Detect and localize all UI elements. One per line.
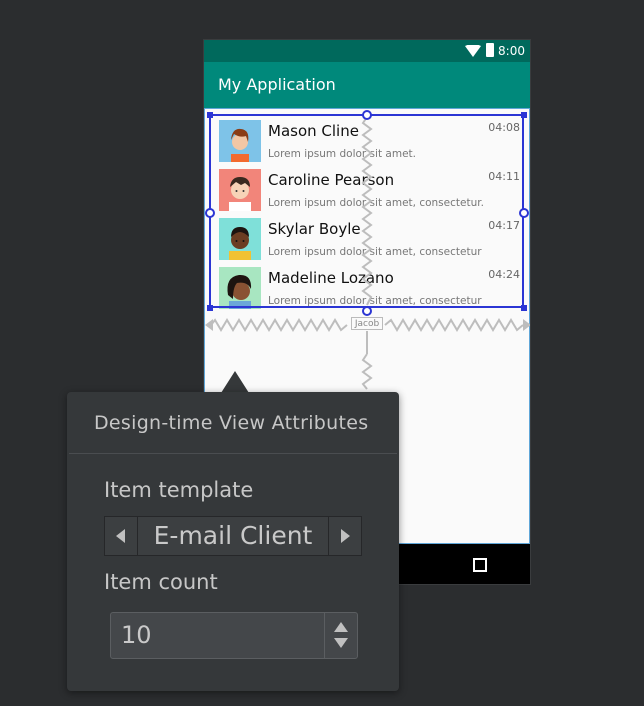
decrement-arrow-icon[interactable] — [334, 638, 348, 648]
popup-title: Design-time View Attributes — [94, 412, 369, 434]
design-time-attributes-popup: Design-time View Attributes Item templat… — [67, 392, 399, 691]
item-template-label: Item template — [104, 478, 254, 502]
triangle-right-icon — [341, 529, 350, 543]
item-template-selector[interactable]: E-mail Client — [104, 516, 362, 556]
triangle-left-icon — [116, 529, 125, 543]
wifi-icon — [465, 45, 481, 57]
resize-handle[interactable] — [207, 305, 213, 311]
battery-icon — [486, 43, 494, 57]
next-template-button[interactable] — [328, 517, 361, 555]
item-count-label: Item count — [104, 570, 218, 594]
recents-icon[interactable] — [473, 558, 487, 572]
view-label: Jacob — [351, 317, 383, 330]
previous-template-button[interactable] — [105, 517, 138, 555]
resize-handle[interactable] — [521, 305, 527, 311]
constraint-anchor[interactable] — [205, 208, 215, 218]
popup-pointer — [221, 371, 249, 393]
status-time: 8:00 — [498, 44, 525, 58]
constraint-anchor[interactable] — [362, 110, 372, 120]
template-value: E-mail Client — [153, 521, 313, 550]
resize-handle[interactable] — [521, 112, 527, 118]
app-bar: My Application — [204, 62, 530, 108]
constraint-anchor[interactable] — [519, 208, 529, 218]
resize-handle[interactable] — [207, 112, 213, 118]
increment-arrow-icon[interactable] — [334, 622, 348, 632]
spinner-buttons[interactable] — [324, 613, 357, 658]
status-bar: 8:00 — [204, 40, 530, 62]
item-count-value[interactable]: 10 — [121, 621, 152, 649]
constraint-anchor[interactable] — [362, 306, 372, 316]
divider — [69, 453, 397, 454]
item-count-spinner[interactable]: 10 — [110, 612, 358, 659]
app-title: My Application — [218, 75, 336, 94]
selection-outline[interactable] — [209, 114, 524, 308]
